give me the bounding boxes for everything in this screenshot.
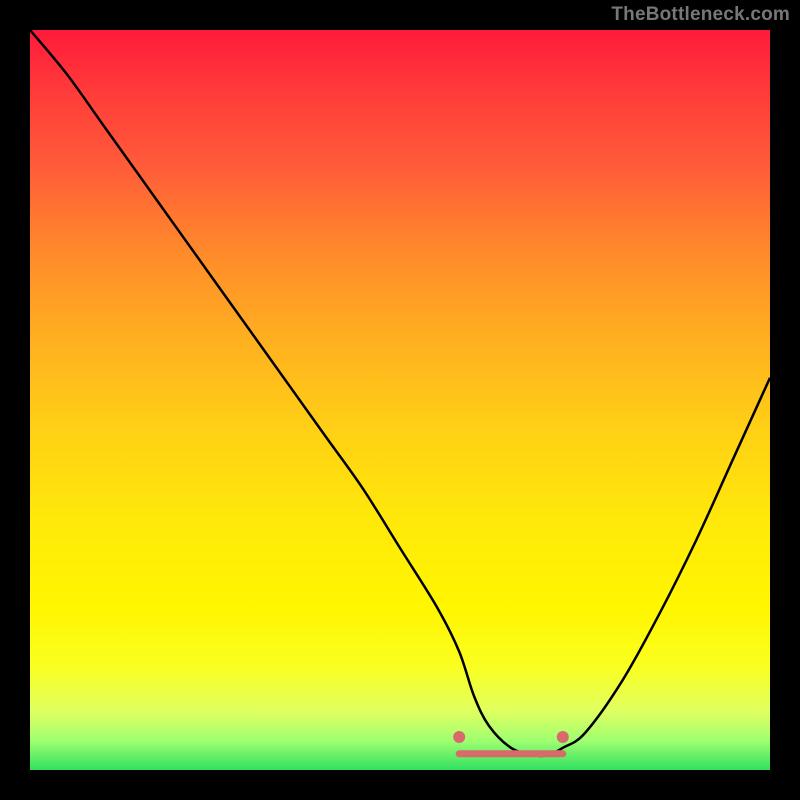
attribution-text: TheBottleneck.com (611, 4, 790, 26)
bottleneck-curve-line (30, 30, 770, 756)
highlight-marker-right (557, 731, 569, 743)
bottleneck-curve-svg (30, 30, 770, 770)
chart-plot-area (30, 30, 770, 770)
highlight-marker-left (453, 731, 465, 743)
